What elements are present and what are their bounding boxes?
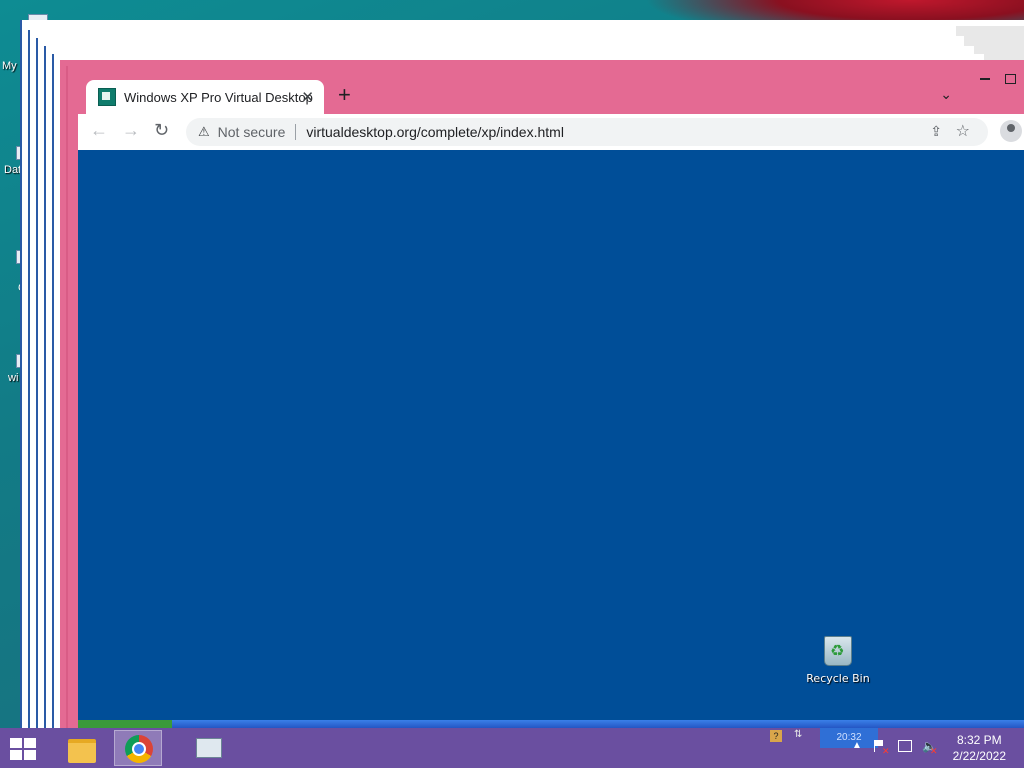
xp-taskbar: [78, 720, 1024, 728]
volume-muted-mark: ✕: [930, 746, 938, 756]
clock-date: 2/22/2022: [952, 749, 1006, 763]
warning-icon[interactable]: ⚠: [198, 124, 210, 140]
url-text[interactable]: virtualdesktop.org/complete/xp/index.htm…: [306, 124, 564, 140]
recycle-bin-icon: [824, 636, 852, 666]
tab-title: Windows XP Pro Virtual Desktop: [124, 89, 313, 105]
recycle-bin-label: Recycle Bin: [806, 672, 870, 685]
taskbar-clock[interactable]: 8:32 PM 2/22/2022: [953, 732, 1006, 764]
page-favicon-icon: [98, 88, 116, 106]
browser-window: Windows XP Pro Virtual Desktop ✕ + ⌄ ← →…: [60, 60, 1024, 728]
tab-xp-desktop[interactable]: Windows XP Pro Virtual Desktop ✕: [86, 80, 324, 114]
bookmark-star-icon[interactable]: ☆: [956, 121, 970, 141]
xp-desktop[interactable]: Recycle Bin: [78, 150, 1024, 728]
maximize-button[interactable]: [1005, 74, 1016, 84]
omnibox-divider: [295, 124, 297, 140]
address-bar[interactable]: ⚠ Not secure virtualdesktop.org/complete…: [186, 118, 988, 146]
minimize-button[interactable]: [980, 78, 990, 80]
taskbar-chrome[interactable]: [114, 730, 162, 766]
xp-start-button[interactable]: [78, 720, 172, 728]
ghost-titlebar: [956, 26, 1024, 36]
chrome-icon: [125, 735, 153, 763]
tab-search-chevron-icon[interactable]: ⌄: [940, 86, 952, 103]
taskbar: ? ⇅ 20:32 ▲ ✕ 🔈 ✕ 8:32 PM 2/22/2022: [0, 728, 1024, 768]
forward-button[interactable]: →: [122, 120, 140, 141]
close-tab-icon[interactable]: ✕: [301, 88, 314, 106]
share-icon[interactable]: ⇪: [930, 123, 942, 140]
network-icon[interactable]: [898, 740, 912, 752]
monitor-icon: [196, 738, 222, 758]
host-icon-label: My: [2, 60, 17, 72]
flag-alert-mark: ✕: [882, 746, 890, 756]
new-tab-button[interactable]: +: [338, 84, 351, 106]
taskbar-task-manager[interactable]: [182, 730, 230, 766]
recycle-bin-shortcut[interactable]: Recycle Bin: [806, 636, 870, 685]
folder-icon: [68, 739, 96, 763]
windows-start-icon[interactable]: [10, 738, 38, 760]
xp-tray-clock: 20:32: [820, 728, 878, 748]
dock-icon: ⇅: [794, 729, 803, 740]
help-icon: ?: [770, 730, 782, 742]
ghost-titlebar: [974, 44, 1024, 54]
clock-time: 8:32 PM: [956, 733, 1002, 747]
profile-avatar-icon[interactable]: [1000, 120, 1022, 142]
security-status[interactable]: Not secure: [218, 124, 286, 140]
tray-overflow-chevron-icon[interactable]: ▲: [852, 740, 862, 751]
taskbar-file-explorer[interactable]: [58, 730, 106, 766]
host-icon-label: Dat: [4, 164, 22, 176]
reload-button[interactable]: ↻: [154, 120, 169, 141]
browser-toolbar: ← → ↻ ⚠ Not secure virtualdesktop.org/co…: [78, 114, 1024, 151]
host-icon-label: wi: [8, 372, 19, 384]
back-button[interactable]: ←: [90, 120, 108, 141]
